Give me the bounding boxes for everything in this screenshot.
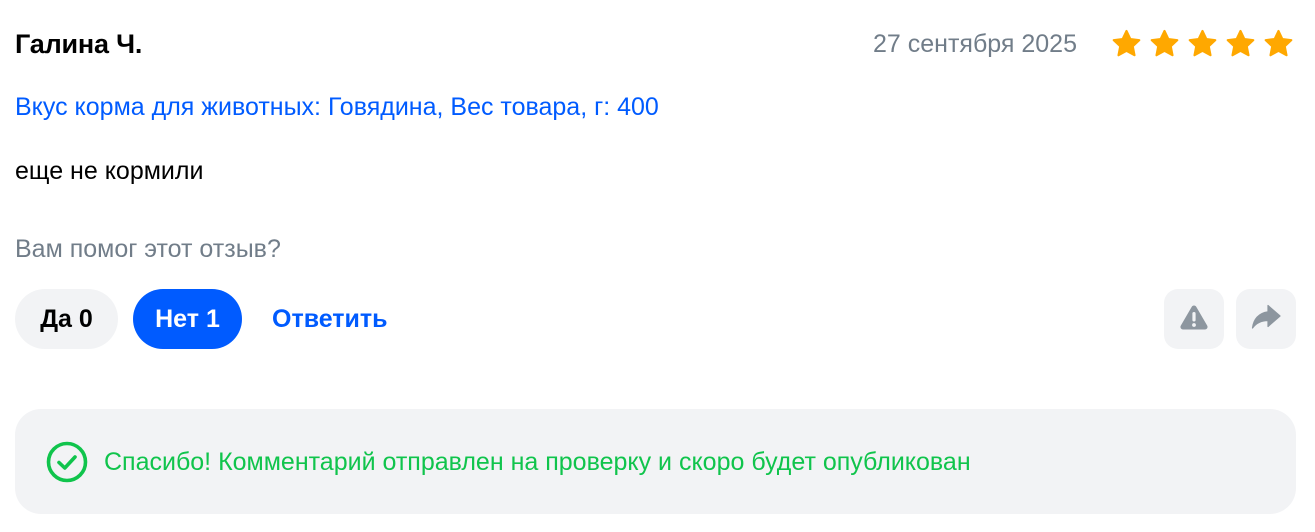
star-icon — [1262, 28, 1295, 60]
submission-notice: Спасибо! Комментарий отправлен на провер… — [15, 409, 1296, 514]
helpful-no-button[interactable]: Нет 1 — [133, 289, 242, 349]
star-icon — [1110, 28, 1143, 60]
star-rating — [1110, 28, 1295, 60]
helpful-yes-button[interactable]: Да 0 — [15, 289, 118, 349]
helpful-question: Вам помог этот отзыв? — [15, 235, 281, 263]
report-button[interactable] — [1164, 289, 1224, 349]
warning-triangle-icon — [1179, 303, 1209, 336]
reply-link[interactable]: Ответить — [272, 302, 388, 336]
review-author: Галина Ч. — [15, 29, 143, 59]
share-arrow-icon — [1251, 304, 1281, 335]
check-circle-icon — [46, 441, 88, 488]
share-button[interactable] — [1236, 289, 1296, 349]
star-icon — [1224, 28, 1257, 60]
star-icon — [1148, 28, 1181, 60]
product-variant: Вкус корма для животных: Говядина, Вес т… — [15, 93, 659, 121]
review-date: 27 сентября 2025 — [873, 30, 1077, 58]
star-icon — [1186, 28, 1219, 60]
review-text: еще не кормили — [15, 157, 204, 185]
notice-text: Спасибо! Комментарий отправлен на провер… — [104, 448, 971, 476]
